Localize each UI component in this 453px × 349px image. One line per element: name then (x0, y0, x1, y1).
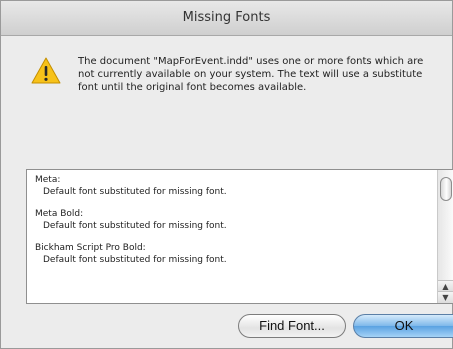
vertical-scrollbar[interactable]: ▲ ▼ (437, 170, 453, 303)
missing-fonts-dialog: Missing Fonts The document "MapForEvent.… (0, 0, 453, 349)
dialog-title: Missing Fonts (1, 1, 452, 36)
list-item: Meta: Default font substituted for missi… (35, 174, 430, 198)
list-item: Meta Bold: Default font substituted for … (35, 208, 430, 232)
font-substitution-note: Default font substituted for missing fon… (43, 187, 227, 197)
ok-button[interactable]: OK (353, 314, 453, 338)
font-name: Meta Bold: (35, 209, 84, 219)
scroll-thumb[interactable] (440, 177, 452, 201)
missing-fonts-list[interactable]: Meta: Default font substituted for missi… (26, 169, 453, 304)
font-substitution-note: Default font substituted for missing fon… (43, 221, 227, 231)
font-substitution-note: Default font substituted for missing fon… (43, 255, 227, 265)
find-font-button[interactable]: Find Font... (238, 314, 346, 338)
dialog-message: The document "MapForEvent.indd" uses one… (78, 56, 424, 93)
missing-fonts-list-content: Meta: Default font substituted for missi… (35, 174, 430, 276)
warning-icon (31, 56, 61, 86)
list-item: Bickham Script Pro Bold: Default font su… (35, 242, 430, 266)
font-name: Meta: (35, 175, 61, 185)
scroll-down-arrow-icon[interactable]: ▼ (438, 291, 453, 303)
font-name: Bickham Script Pro Bold: (35, 243, 146, 253)
